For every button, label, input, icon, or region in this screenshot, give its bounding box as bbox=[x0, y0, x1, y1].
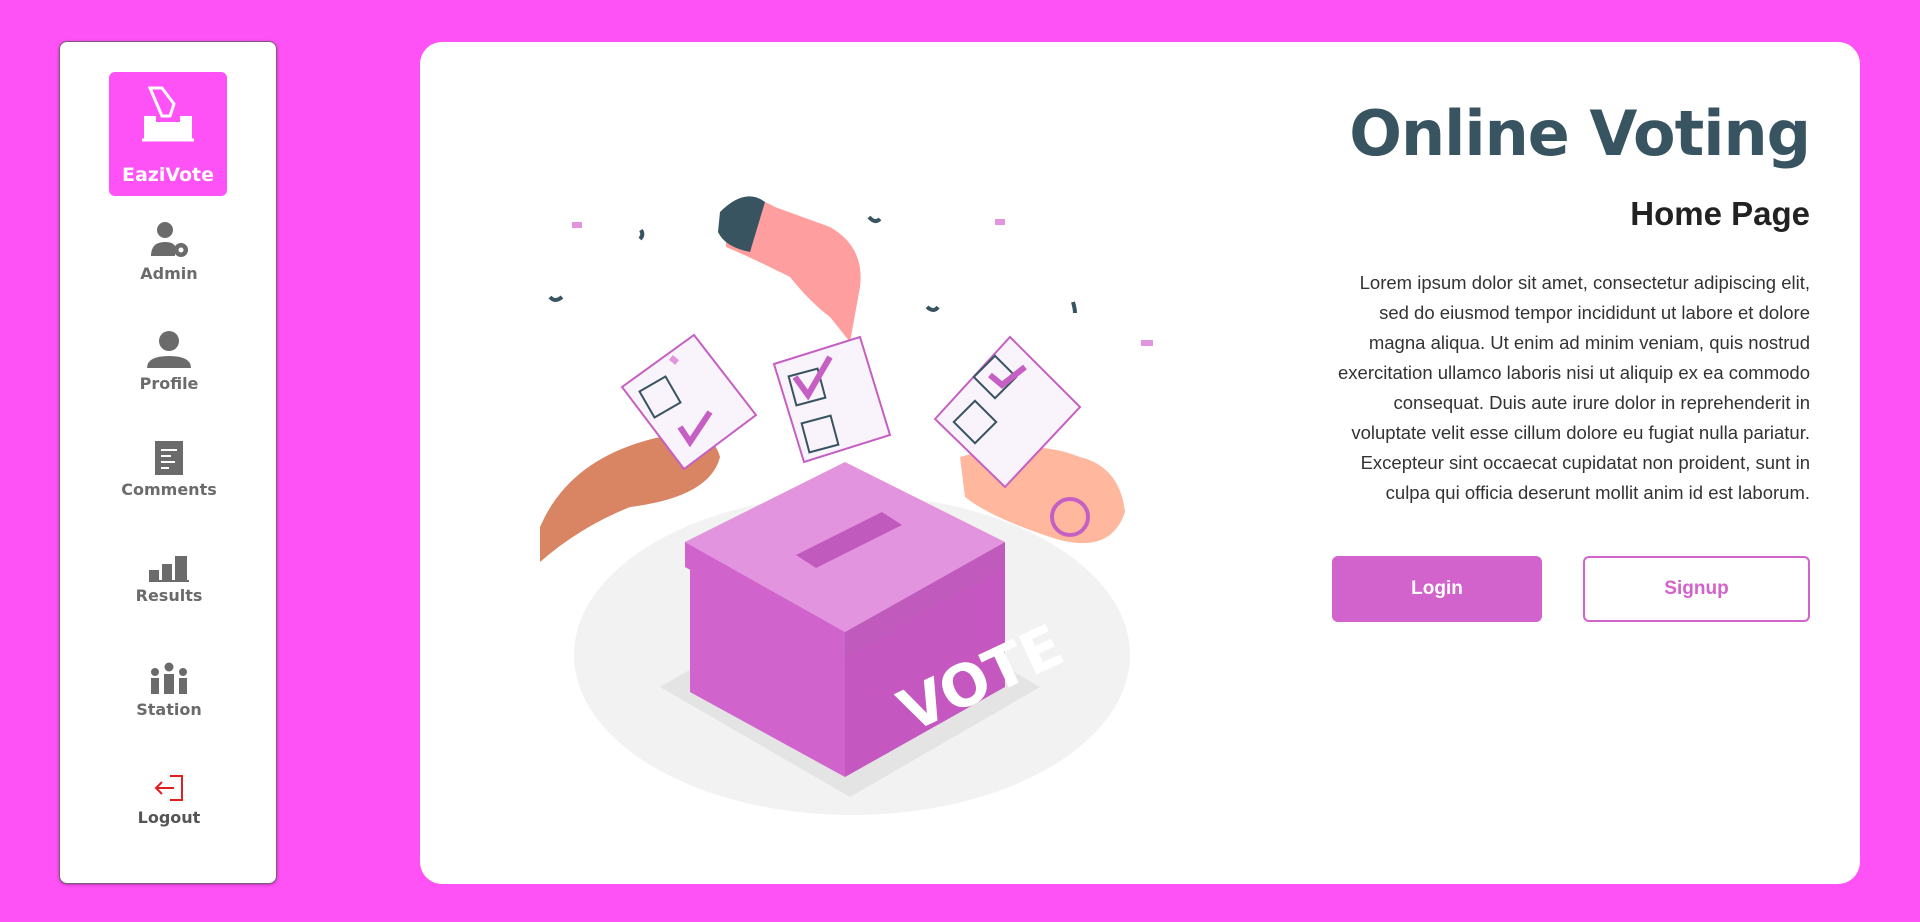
vote-box-illustration: VOTE bbox=[540, 196, 1153, 815]
nav-logout-label: Logout bbox=[137, 808, 201, 827]
user-gear-icon bbox=[151, 222, 188, 257]
login-button[interactable]: Login bbox=[1332, 556, 1542, 622]
intro-paragraph: Lorem ipsum dolor sit amet, consectetur … bbox=[1338, 272, 1810, 503]
bar-chart-icon bbox=[149, 556, 189, 582]
logout-icon bbox=[154, 775, 183, 801]
nav-comments[interactable]: Comments bbox=[60, 440, 278, 499]
brand-logo[interactable]: EaziVote bbox=[109, 72, 227, 196]
nav-station[interactable]: Station bbox=[60, 662, 278, 719]
nav-station-label: Station bbox=[136, 700, 202, 719]
nav-profile[interactable]: Profile bbox=[60, 330, 278, 393]
document-icon bbox=[155, 441, 183, 475]
sidebar: EaziVote Admin Profile Comments Results … bbox=[59, 41, 277, 884]
page-title: Online Voting bbox=[1349, 97, 1811, 170]
brand-name: EaziVote bbox=[121, 164, 215, 186]
nav-comments-label: Comments bbox=[121, 480, 217, 499]
people-group-icon bbox=[151, 662, 187, 694]
nav-logout[interactable]: Logout bbox=[60, 772, 278, 827]
page-subtitle: Home Page bbox=[1630, 195, 1810, 232]
main-card: VOTE Online Voting Home Page Lorem ipsum… bbox=[420, 42, 1860, 884]
nav-results-label: Results bbox=[135, 586, 203, 605]
nav-profile-label: Profile bbox=[139, 374, 199, 393]
nav-admin[interactable]: Admin bbox=[60, 220, 278, 283]
ballot-box-icon bbox=[142, 86, 194, 142]
signup-button[interactable]: Signup bbox=[1583, 556, 1810, 622]
user-icon bbox=[147, 331, 191, 368]
nav-results[interactable]: Results bbox=[60, 554, 278, 605]
nav-admin-label: Admin bbox=[140, 264, 198, 283]
